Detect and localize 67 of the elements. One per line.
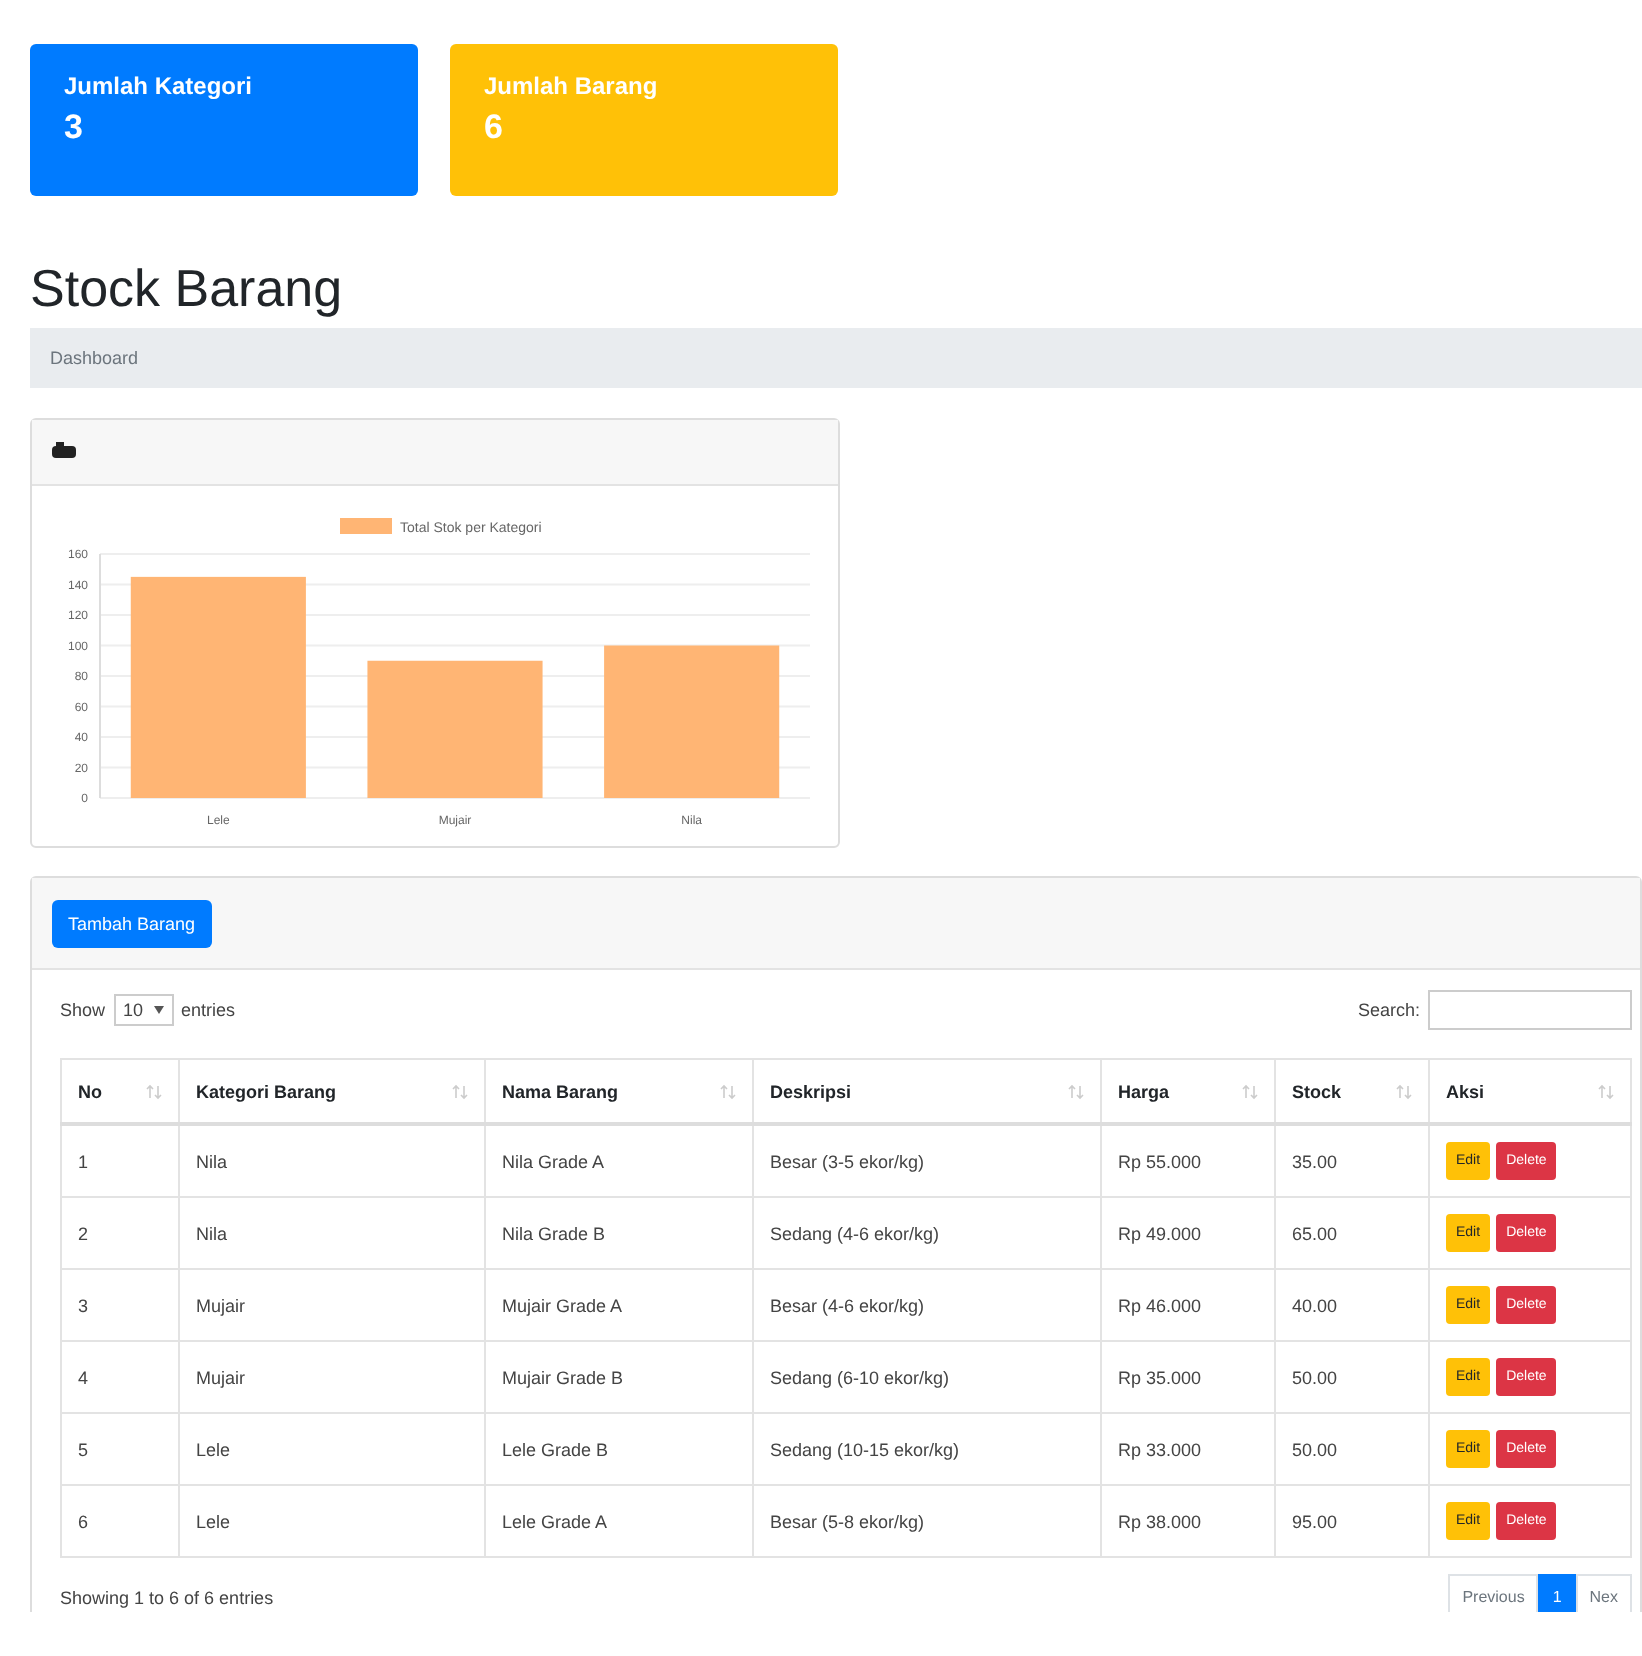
column-header[interactable]: Kategori Barang	[179, 1059, 485, 1124]
table-cell: Mujair	[179, 1269, 485, 1341]
sort-icon	[1242, 1083, 1258, 1099]
table-cell: Nila Grade A	[485, 1124, 753, 1197]
sort-icon	[1598, 1083, 1614, 1099]
table-cell: Besar (5-8 ekor/kg)	[753, 1485, 1101, 1557]
stat-value: 3	[64, 108, 85, 148]
table-cell: Rp 49.000	[1101, 1197, 1275, 1269]
table-cell: 3	[61, 1269, 179, 1341]
column-header[interactable]: Harga	[1101, 1059, 1275, 1124]
table-cell: 4	[61, 1341, 179, 1413]
column-header[interactable]: Aksi	[1429, 1059, 1631, 1124]
table-cell: 65.00	[1275, 1197, 1429, 1269]
table-cell: Besar (3-5 ekor/kg)	[753, 1124, 1101, 1197]
sort-icon	[1396, 1083, 1412, 1099]
search-label: Search:	[1357, 1000, 1420, 1020]
search-field[interactable]	[1428, 990, 1632, 1030]
breadcrumb-item[interactable]: Dashboard	[50, 348, 139, 368]
page-button[interactable]: Previous	[1448, 1574, 1539, 1612]
table-cell: 40.00	[1275, 1269, 1429, 1341]
table-cell: Rp 38.000	[1101, 1485, 1275, 1557]
column-header[interactable]: Stock	[1275, 1059, 1429, 1124]
table-cell: Nila	[179, 1197, 485, 1269]
table-cell: 50.00	[1275, 1341, 1429, 1413]
table-cell: 95.00	[1275, 1485, 1429, 1557]
table-cell: Rp 55.000	[1101, 1124, 1275, 1197]
page-button[interactable]: Nex	[1575, 1574, 1632, 1612]
table-cell: Lele	[179, 1413, 485, 1485]
entries-select[interactable]: 10	[113, 994, 174, 1026]
column-header[interactable]: Deskripsi	[753, 1059, 1101, 1124]
table-cell: 2	[61, 1197, 179, 1269]
column-header[interactable]: Nama Barang	[485, 1059, 753, 1124]
page-button[interactable]: 1	[1538, 1574, 1576, 1612]
column-header[interactable]: No	[61, 1059, 179, 1124]
page-title: Stock Barang	[30, 256, 345, 320]
table-cell: Rp 33.000	[1101, 1413, 1275, 1485]
sort-icon	[452, 1083, 468, 1099]
table-cell: Sedang (4-6 ekor/kg)	[753, 1197, 1101, 1269]
table-cell: 1	[61, 1124, 179, 1197]
table-cell: Rp 35.000	[1101, 1341, 1275, 1413]
table-cell: Mujair Grade B	[485, 1341, 753, 1413]
table-cell: 35.00	[1275, 1124, 1429, 1197]
sort-icon	[720, 1083, 736, 1099]
stat-label: Jumlah Barang	[484, 72, 660, 100]
table-cell: 6	[61, 1485, 179, 1557]
table-cell: Mujair Grade A	[485, 1269, 753, 1341]
table-cell: Lele	[179, 1485, 485, 1557]
stat-value: 6	[484, 108, 505, 148]
sort-icon	[1068, 1083, 1084, 1099]
stat-label: Jumlah Kategori	[64, 72, 255, 100]
length-label: entries	[181, 1000, 236, 1020]
table-info: Showing 1 to 6 of 6 entries	[60, 1587, 274, 1607]
caret-icon	[153, 1006, 164, 1014]
length-label: Show	[60, 1000, 106, 1020]
table-cell: Rp 46.000	[1101, 1269, 1275, 1341]
table-cell: 50.00	[1275, 1413, 1429, 1485]
table-cell: Lele Grade A	[485, 1485, 753, 1557]
table-cell: Nila Grade B	[485, 1197, 753, 1269]
table-cell: Nila	[179, 1124, 485, 1197]
table-cell: Mujair	[179, 1341, 485, 1413]
table-cell: Besar (4-6 ekor/kg)	[753, 1269, 1101, 1341]
table-cell: Lele Grade B	[485, 1413, 753, 1485]
sort-icon	[146, 1083, 162, 1099]
table-cell: Sedang (6-10 ekor/kg)	[753, 1341, 1101, 1413]
table-cell: Sedang (10-15 ekor/kg)	[753, 1413, 1101, 1485]
add-button[interactable]: Tambah Barang	[52, 899, 212, 947]
table-cell: 5	[61, 1413, 179, 1485]
